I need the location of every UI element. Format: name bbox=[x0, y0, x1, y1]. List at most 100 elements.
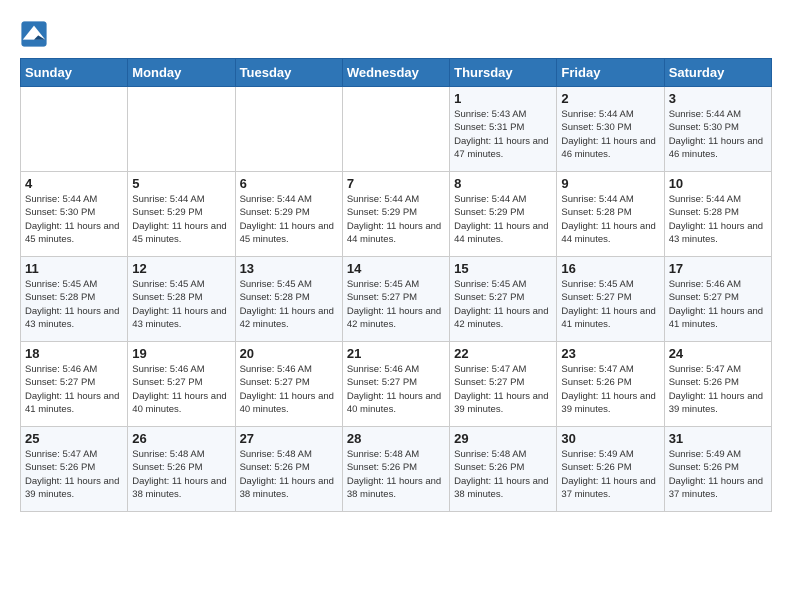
calendar-table: SundayMondayTuesdayWednesdayThursdayFrid… bbox=[20, 58, 772, 512]
calendar-cell: 30Sunrise: 5:49 AMSunset: 5:26 PMDayligh… bbox=[557, 427, 664, 512]
day-number: 9 bbox=[561, 176, 659, 191]
day-info: Sunrise: 5:46 AMSunset: 5:27 PMDaylight:… bbox=[347, 363, 445, 416]
calendar-cell: 3 Sunrise: 5:44 AMSunset: 5:30 PMDaylight… bbox=[664, 87, 771, 172]
week-row-2: 4Sunrise: 5:44 AMSunset: 5:30 PMDaylight… bbox=[21, 172, 772, 257]
day-info: Sunrise: 5:46 AMSunset: 5:27 PMDaylight:… bbox=[25, 363, 123, 416]
day-number: 12 bbox=[132, 261, 230, 276]
logo bbox=[20, 20, 52, 48]
week-row-1: 1Sunrise: 5:43 AMSunset: 5:31 PMDaylight… bbox=[21, 87, 772, 172]
calendar-cell: 13 Sunrise: 5:45 AMSunset: 5:28 PMDayligh… bbox=[235, 257, 342, 342]
calendar-cell: 25Sunrise: 5:47 AMSunset: 5:26 PMDayligh… bbox=[21, 427, 128, 512]
week-row-4: 18 Sunrise: 5:46 AMSunset: 5:27 PMDayligh… bbox=[21, 342, 772, 427]
day-info: Sunrise: 5:45 AMSunset: 5:28 PMDaylight:… bbox=[240, 278, 338, 331]
day-number: 28 bbox=[347, 431, 445, 446]
logo-icon bbox=[20, 20, 48, 48]
page-header bbox=[20, 20, 772, 48]
day-info: Sunrise: 5:47 AMSunset: 5:27 PMDaylight:… bbox=[454, 363, 552, 416]
day-number: 17 bbox=[669, 261, 767, 276]
day-number: 19 bbox=[132, 346, 230, 361]
calendar-cell: 31 Sunrise: 5:49 AMSunset: 5:26 PMDayligh… bbox=[664, 427, 771, 512]
day-info: Sunrise: 5:45 AMSunset: 5:27 PMDaylight:… bbox=[454, 278, 552, 331]
day-number: 29 bbox=[454, 431, 552, 446]
calendar-cell: 20 Sunrise: 5:46 AMSunset: 5:27 PMDayligh… bbox=[235, 342, 342, 427]
weekday-header-tuesday: Tuesday bbox=[235, 59, 342, 87]
calendar-cell: 14 Sunrise: 5:45 AMSunset: 5:27 PMDayligh… bbox=[342, 257, 449, 342]
day-info: Sunrise: 5:48 AMSunset: 5:26 PMDaylight:… bbox=[240, 448, 338, 501]
day-info: Sunrise: 5:46 AMSunset: 5:27 PMDaylight:… bbox=[132, 363, 230, 416]
weekday-header-monday: Monday bbox=[128, 59, 235, 87]
day-number: 30 bbox=[561, 431, 659, 446]
day-info: Sunrise: 5:46 AMSunset: 5:27 PMDaylight:… bbox=[669, 278, 767, 331]
day-number: 3 bbox=[669, 91, 767, 106]
day-info: Sunrise: 5:45 AMSunset: 5:28 PMDaylight:… bbox=[25, 278, 123, 331]
calendar-cell: 22 Sunrise: 5:47 AMSunset: 5:27 PMDayligh… bbox=[450, 342, 557, 427]
day-info: Sunrise: 5:49 AMSunset: 5:26 PMDaylight:… bbox=[669, 448, 767, 501]
day-number: 14 bbox=[347, 261, 445, 276]
calendar-cell: 26Sunrise: 5:48 AMSunset: 5:26 PMDayligh… bbox=[128, 427, 235, 512]
weekday-header-thursday: Thursday bbox=[450, 59, 557, 87]
day-info: Sunrise: 5:47 AMSunset: 5:26 PMDaylight:… bbox=[25, 448, 123, 501]
day-number: 6 bbox=[240, 176, 338, 191]
calendar-cell: 1Sunrise: 5:43 AMSunset: 5:31 PMDaylight… bbox=[450, 87, 557, 172]
calendar-cell: 23Sunrise: 5:47 AMSunset: 5:26 PMDayligh… bbox=[557, 342, 664, 427]
day-info: Sunrise: 5:44 AMSunset: 5:30 PMDaylight:… bbox=[561, 108, 659, 161]
day-info: Sunrise: 5:47 AMSunset: 5:26 PMDaylight:… bbox=[561, 363, 659, 416]
calendar-cell: 2Sunrise: 5:44 AMSunset: 5:30 PMDaylight… bbox=[557, 87, 664, 172]
calendar-cell: 27 Sunrise: 5:48 AMSunset: 5:26 PMDayligh… bbox=[235, 427, 342, 512]
calendar-cell: 28 Sunrise: 5:48 AMSunset: 5:26 PMDayligh… bbox=[342, 427, 449, 512]
day-info: Sunrise: 5:44 AMSunset: 5:29 PMDaylight:… bbox=[347, 193, 445, 246]
day-number: 16 bbox=[561, 261, 659, 276]
day-info: Sunrise: 5:46 AMSunset: 5:27 PMDaylight:… bbox=[240, 363, 338, 416]
day-number: 21 bbox=[347, 346, 445, 361]
day-number: 26 bbox=[132, 431, 230, 446]
calendar-cell bbox=[21, 87, 128, 172]
day-info: Sunrise: 5:44 AMSunset: 5:29 PMDaylight:… bbox=[454, 193, 552, 246]
day-number: 31 bbox=[669, 431, 767, 446]
day-info: Sunrise: 5:48 AMSunset: 5:26 PMDaylight:… bbox=[347, 448, 445, 501]
day-number: 7 bbox=[347, 176, 445, 191]
day-info: Sunrise: 5:44 AMSunset: 5:29 PMDaylight:… bbox=[132, 193, 230, 246]
day-number: 11 bbox=[25, 261, 123, 276]
calendar-cell: 17 Sunrise: 5:46 AMSunset: 5:27 PMDayligh… bbox=[664, 257, 771, 342]
day-number: 5 bbox=[132, 176, 230, 191]
day-info: Sunrise: 5:44 AMSunset: 5:28 PMDaylight:… bbox=[561, 193, 659, 246]
day-info: Sunrise: 5:47 AMSunset: 5:26 PMDaylight:… bbox=[669, 363, 767, 416]
calendar-cell bbox=[235, 87, 342, 172]
calendar-cell: 6 Sunrise: 5:44 AMSunset: 5:29 PMDaylight… bbox=[235, 172, 342, 257]
weekday-header-friday: Friday bbox=[557, 59, 664, 87]
weekday-header-wednesday: Wednesday bbox=[342, 59, 449, 87]
day-info: Sunrise: 5:44 AMSunset: 5:28 PMDaylight:… bbox=[669, 193, 767, 246]
calendar-cell: 21 Sunrise: 5:46 AMSunset: 5:27 PMDayligh… bbox=[342, 342, 449, 427]
day-number: 13 bbox=[240, 261, 338, 276]
day-info: Sunrise: 5:44 AMSunset: 5:30 PMDaylight:… bbox=[669, 108, 767, 161]
day-number: 22 bbox=[454, 346, 552, 361]
calendar-cell: 29 Sunrise: 5:48 AMSunset: 5:26 PMDayligh… bbox=[450, 427, 557, 512]
weekday-header-saturday: Saturday bbox=[664, 59, 771, 87]
day-number: 1 bbox=[454, 91, 552, 106]
day-number: 27 bbox=[240, 431, 338, 446]
calendar-cell: 24Sunrise: 5:47 AMSunset: 5:26 PMDayligh… bbox=[664, 342, 771, 427]
day-info: Sunrise: 5:45 AMSunset: 5:27 PMDaylight:… bbox=[561, 278, 659, 331]
calendar-cell: 19 Sunrise: 5:46 AMSunset: 5:27 PMDayligh… bbox=[128, 342, 235, 427]
header-row: SundayMondayTuesdayWednesdayThursdayFrid… bbox=[21, 59, 772, 87]
calendar-cell: 11 Sunrise: 5:45 AMSunset: 5:28 PMDayligh… bbox=[21, 257, 128, 342]
day-info: Sunrise: 5:45 AMSunset: 5:27 PMDaylight:… bbox=[347, 278, 445, 331]
calendar-cell: 12 Sunrise: 5:45 AMSunset: 5:28 PMDayligh… bbox=[128, 257, 235, 342]
day-info: Sunrise: 5:44 AMSunset: 5:29 PMDaylight:… bbox=[240, 193, 338, 246]
calendar-cell bbox=[342, 87, 449, 172]
day-number: 8 bbox=[454, 176, 552, 191]
calendar-cell: 16 Sunrise: 5:45 AMSunset: 5:27 PMDayligh… bbox=[557, 257, 664, 342]
week-row-3: 11 Sunrise: 5:45 AMSunset: 5:28 PMDayligh… bbox=[21, 257, 772, 342]
calendar-cell: 18 Sunrise: 5:46 AMSunset: 5:27 PMDayligh… bbox=[21, 342, 128, 427]
day-info: Sunrise: 5:45 AMSunset: 5:28 PMDaylight:… bbox=[132, 278, 230, 331]
day-number: 18 bbox=[25, 346, 123, 361]
day-number: 4 bbox=[25, 176, 123, 191]
day-number: 10 bbox=[669, 176, 767, 191]
weekday-header-sunday: Sunday bbox=[21, 59, 128, 87]
calendar-cell: 7 Sunrise: 5:44 AMSunset: 5:29 PMDaylight… bbox=[342, 172, 449, 257]
day-number: 15 bbox=[454, 261, 552, 276]
calendar-cell: 10 Sunrise: 5:44 AMSunset: 5:28 PMDayligh… bbox=[664, 172, 771, 257]
day-number: 20 bbox=[240, 346, 338, 361]
week-row-5: 25Sunrise: 5:47 AMSunset: 5:26 PMDayligh… bbox=[21, 427, 772, 512]
day-info: Sunrise: 5:48 AMSunset: 5:26 PMDaylight:… bbox=[454, 448, 552, 501]
